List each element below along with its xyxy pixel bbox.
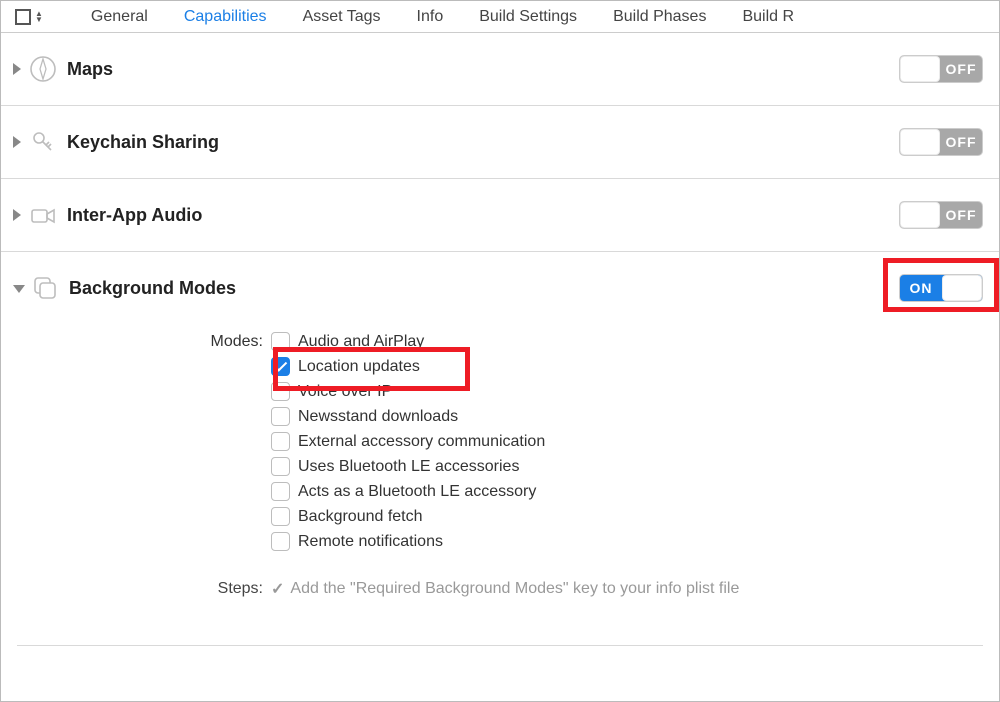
- toggle-label: OFF: [940, 61, 982, 77]
- mode-newsstand[interactable]: Newsstand downloads: [271, 407, 545, 426]
- disclosure-down-icon: [13, 285, 25, 293]
- modes-list: Audio and AirPlay Location updates Voice…: [271, 332, 545, 551]
- toggle-maps[interactable]: OFF: [899, 55, 983, 83]
- mode-audio-airplay[interactable]: Audio and AirPlay: [271, 332, 545, 351]
- mode-label: Location updates: [298, 358, 420, 376]
- checkbox[interactable]: [271, 482, 290, 501]
- mode-background-fetch[interactable]: Background fetch: [271, 507, 545, 526]
- checkbox[interactable]: [271, 532, 290, 551]
- steps-row: Steps: ✓ Add the "Required Background Mo…: [17, 551, 983, 617]
- checkbox[interactable]: [271, 457, 290, 476]
- toggle-label: ON: [900, 280, 942, 296]
- section-header-interapp[interactable]: Inter-App Audio OFF: [7, 179, 993, 251]
- toggle-knob: [900, 56, 940, 82]
- steps-label: Steps:: [17, 580, 271, 598]
- mode-label: Background fetch: [298, 508, 423, 526]
- section-header-background[interactable]: Background Modes ON: [7, 252, 993, 324]
- steps-description: Add the "Required Background Modes" key …: [290, 580, 739, 598]
- section-background-modes: Background Modes ON Modes: Audio and Air…: [1, 252, 999, 646]
- checkmark-icon: ✓: [271, 579, 284, 599]
- toggle-interapp[interactable]: OFF: [899, 201, 983, 229]
- mode-external-accessory[interactable]: External accessory communication: [271, 432, 545, 451]
- modes-area: Modes: Audio and AirPlay Location update…: [7, 324, 993, 645]
- tab-build-rules[interactable]: Build R: [740, 8, 796, 26]
- camera-icon: [29, 201, 57, 229]
- tab-asset-tags[interactable]: Asset Tags: [301, 8, 383, 26]
- disclosure-right-icon: [13, 136, 21, 148]
- section-maps: Maps OFF: [1, 33, 999, 106]
- tabbar: ▲▼ General Capabilities Asset Tags Info …: [1, 1, 999, 33]
- target-icon: [15, 9, 31, 25]
- checkbox[interactable]: [271, 357, 290, 376]
- mode-remote-notifications[interactable]: Remote notifications: [271, 532, 545, 551]
- disclosure-right-icon: [13, 209, 21, 221]
- section-keychain: Keychain Sharing OFF: [1, 106, 999, 179]
- mode-label: External accessory communication: [298, 433, 545, 451]
- modes-label: Modes:: [17, 332, 271, 351]
- section-title: Keychain Sharing: [67, 132, 899, 153]
- mode-label: Newsstand downloads: [298, 408, 458, 426]
- mode-label: Audio and AirPlay: [298, 333, 424, 351]
- capabilities-content: Maps OFF Keychain Sharing OFF: [1, 33, 999, 646]
- section-interapp-audio: Inter-App Audio OFF: [1, 179, 999, 252]
- tabs-row: General Capabilities Asset Tags Info Bui…: [89, 8, 796, 26]
- checkbox[interactable]: [271, 507, 290, 526]
- section-title: Maps: [67, 59, 899, 80]
- modes-row: Modes: Audio and AirPlay Location update…: [17, 332, 983, 551]
- tab-info[interactable]: Info: [415, 8, 446, 26]
- toggle-label: OFF: [940, 207, 982, 223]
- section-title: Background Modes: [69, 278, 899, 299]
- toggle-label: OFF: [940, 134, 982, 150]
- xcode-capabilities-pane: ▲▼ General Capabilities Asset Tags Info …: [0, 0, 1000, 702]
- cards-icon: [31, 274, 59, 302]
- checkbox[interactable]: [271, 332, 290, 351]
- toggle-knob: [900, 129, 940, 155]
- mode-label: Acts as a Bluetooth LE accessory: [298, 483, 536, 501]
- section-title: Inter-App Audio: [67, 205, 899, 226]
- target-selector[interactable]: ▲▼: [9, 9, 49, 25]
- disclosure-right-icon: [13, 63, 21, 75]
- mode-label: Remote notifications: [298, 533, 443, 551]
- mode-location-updates[interactable]: Location updates: [271, 357, 545, 376]
- mode-label: Voice over IP: [298, 383, 392, 401]
- tab-build-settings[interactable]: Build Settings: [477, 8, 579, 26]
- checkbox[interactable]: [271, 382, 290, 401]
- tab-capabilities[interactable]: Capabilities: [182, 8, 269, 26]
- mode-bluetooth-le-use[interactable]: Uses Bluetooth LE accessories: [271, 457, 545, 476]
- key-icon: [29, 128, 57, 156]
- tab-build-phases[interactable]: Build Phases: [611, 8, 708, 26]
- updown-stepper-icon: ▲▼: [35, 11, 43, 23]
- tab-general[interactable]: General: [89, 8, 150, 26]
- mode-bluetooth-le-act[interactable]: Acts as a Bluetooth LE accessory: [271, 482, 545, 501]
- toggle-knob: [900, 202, 940, 228]
- toggle-keychain[interactable]: OFF: [899, 128, 983, 156]
- mode-voip[interactable]: Voice over IP: [271, 382, 545, 401]
- checkbox[interactable]: [271, 407, 290, 426]
- compass-icon: [29, 55, 57, 83]
- steps-text: ✓ Add the "Required Background Modes" ke…: [271, 579, 739, 599]
- section-header-maps[interactable]: Maps OFF: [7, 33, 993, 105]
- toggle-knob: [942, 275, 982, 301]
- section-header-keychain[interactable]: Keychain Sharing OFF: [7, 106, 993, 178]
- mode-label: Uses Bluetooth LE accessories: [298, 458, 519, 476]
- checkbox[interactable]: [271, 432, 290, 451]
- toggle-background-modes[interactable]: ON: [899, 274, 983, 302]
